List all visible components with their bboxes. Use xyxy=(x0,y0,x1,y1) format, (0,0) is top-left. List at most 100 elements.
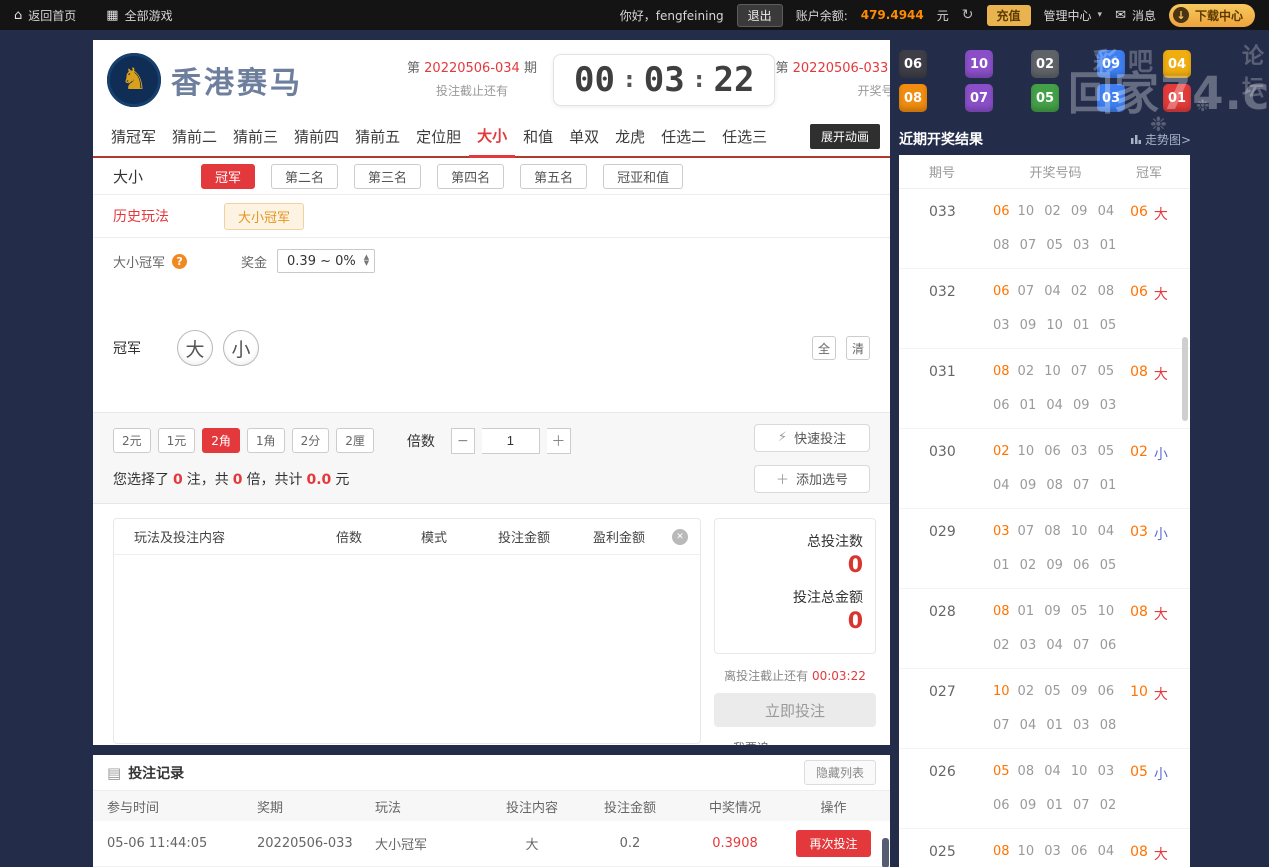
result-first-number: 02 xyxy=(993,444,1010,459)
nav-tab[interactable]: 龙虎 xyxy=(607,117,653,156)
result-numbers-line2: 03 09 10 01 05 xyxy=(993,318,1117,333)
record-row: 05-06 11:44:05 20220506-033 大小冠军 大 0.2 0… xyxy=(93,821,890,867)
result-period: 031 xyxy=(929,364,956,380)
position-button[interactable]: 冠亚和值 xyxy=(603,163,684,189)
prize-row: 大小冠军 ? 奖金 0.39 ~ 0% ▲ ▼ xyxy=(93,238,890,284)
nav-tab[interactable]: 猜前四 xyxy=(286,117,347,156)
select-all-button[interactable]: 全 xyxy=(812,336,836,360)
help-icon[interactable]: ? xyxy=(172,253,188,269)
option-big-button[interactable]: 大 xyxy=(177,330,213,366)
denomination-button[interactable]: 1角 xyxy=(246,428,285,453)
result-numbers-line2: 06 01 04 09 03 xyxy=(993,398,1117,413)
draw-ball: 05 xyxy=(1031,84,1059,112)
nav-tab[interactable]: 和值 xyxy=(515,117,561,156)
all-games-link[interactable]: ▦ 全部游戏 xyxy=(106,7,172,24)
draw-numbers-label: 开奖号码 xyxy=(857,83,890,98)
latest-draw-balls: 06 10 02 09 04 08 07 05 03 01 xyxy=(899,50,1191,118)
greeting-text: 你好，fengfeining xyxy=(619,8,724,23)
horse-emblem-icon: ♞ xyxy=(120,62,148,97)
records-column-header: 操作 xyxy=(820,800,847,816)
draw-ball: 04 xyxy=(1163,50,1191,78)
draw-ball: 09 xyxy=(1097,50,1125,78)
play-type-tag[interactable]: 大小冠军 xyxy=(224,202,305,230)
bet-slip-header: 玩法及投注内容 倍数 模式 投注金额 盈利金额 ✕ xyxy=(114,519,700,555)
recent-results-panel: 期号 开奖号码 冠军 033 06 10 02 09 04 08 07 05 0… xyxy=(899,155,1190,867)
total-amount-value: 0 xyxy=(847,609,863,634)
bet-option-zone: 冠军 大 小 全 清 xyxy=(93,284,890,412)
plus-icon: ＋ xyxy=(775,473,789,488)
nav-tab[interactable]: 猜前三 xyxy=(225,117,286,156)
nav-tab[interactable]: 任选二 xyxy=(653,117,714,156)
total-bets-label: 总投注数 xyxy=(807,534,863,550)
records-column-header: 中奖情况 xyxy=(708,800,761,816)
recent-results-title: 近期开奖结果 xyxy=(899,132,983,148)
clear-button[interactable]: 清 xyxy=(846,336,870,360)
period-prefix: 第 xyxy=(407,61,421,77)
denomination-button[interactable]: 2角 xyxy=(202,428,240,453)
trend-chart-link[interactable]: 走势图> xyxy=(1130,131,1191,148)
champion-size: 大 xyxy=(1153,847,1168,863)
position-button[interactable]: 第五名 xyxy=(520,163,588,189)
denomination-button[interactable]: 2厘 xyxy=(336,428,374,453)
nav-tab[interactable]: 猜前五 xyxy=(347,117,408,156)
expand-animation-button[interactable]: 展开动画 xyxy=(809,124,880,149)
download-center-button[interactable]: ↓ 下载中心 xyxy=(1168,3,1255,27)
total-bets-value: 0 xyxy=(847,553,863,578)
option-small-button[interactable]: 小 xyxy=(223,330,259,366)
multiplier-label: 倍数 xyxy=(406,433,435,450)
home-link[interactable]: ⌂ 返回首页 xyxy=(14,7,76,24)
bet-now-button[interactable]: 立即投注 xyxy=(714,693,876,727)
nav-tab[interactable]: 猜前二 xyxy=(164,117,225,156)
messages-link[interactable]: ✉ 消息 xyxy=(1115,7,1156,24)
quick-bet-label: 快速投注 xyxy=(794,432,847,447)
draw-ball: 01 xyxy=(1163,84,1191,112)
multiplier-input[interactable] xyxy=(481,427,540,454)
position-button[interactable]: 冠军 xyxy=(201,163,256,189)
add-selection-button[interactable]: ＋ 添加选号 xyxy=(754,464,870,493)
result-period: 025 xyxy=(929,844,956,860)
position-button[interactable]: 第四名 xyxy=(437,163,505,189)
denomination-button[interactable]: 2分 xyxy=(291,428,330,453)
history-play-link[interactable]: 历史玩法 xyxy=(113,206,169,226)
close-icon[interactable]: ✕ xyxy=(672,528,688,545)
records-scrollbar[interactable] xyxy=(882,838,889,867)
recharge-button[interactable]: 充值 xyxy=(986,4,1031,26)
bonus-label: 奖金 xyxy=(241,255,268,271)
results-column-header: 冠军 xyxy=(1135,166,1162,181)
multiplier-minus-button[interactable]: − xyxy=(450,427,475,454)
multiplier-plus-button[interactable]: ＋ xyxy=(546,427,571,454)
nav-tab[interactable]: 单双 xyxy=(561,117,607,156)
nav-tab[interactable]: 猜冠军 xyxy=(103,117,164,156)
hide-list-button[interactable]: 隐藏列表 xyxy=(803,760,876,785)
admin-center-menu[interactable]: 管理中心 ▾ xyxy=(1044,7,1103,24)
list-icon: ▤ xyxy=(107,763,122,782)
quick-bet-button[interactable]: ⚡ 快速投注 xyxy=(754,423,870,452)
lottery-header: ♞ 香港赛马 第 20220506-034 期 投注截止还有 00 : 03 :… xyxy=(93,40,890,120)
draw-ball: 08 xyxy=(899,84,927,112)
position-button[interactable]: 第二名 xyxy=(271,163,339,189)
result-row: 027 10 02 05 09 06 07 04 01 03 08 10 大 xyxy=(899,669,1190,749)
result-first-number: 06 xyxy=(993,284,1010,299)
result-numbers: 08 04 10 03 xyxy=(1017,764,1115,779)
result-first-number: 08 xyxy=(993,604,1010,619)
results-scrollbar[interactable] xyxy=(1182,337,1188,421)
records-column-header: 投注内容 xyxy=(505,800,558,816)
download-center-label: 下载中心 xyxy=(1194,8,1243,23)
nav-tab[interactable]: 大小 xyxy=(469,116,516,158)
refresh-balance-icon[interactable]: ↻ xyxy=(962,7,974,23)
watermark-ornament: ❉ xyxy=(1196,96,1210,115)
result-period: 027 xyxy=(929,684,956,700)
bet-toolbar: 2元 1元 2角 1角 2分 2厘 倍数 − ＋ xyxy=(93,412,890,504)
nav-tab[interactable]: 任选三 xyxy=(714,117,775,156)
denomination-button[interactable]: 1元 xyxy=(157,428,196,453)
prize-play-name: 大小冠军 xyxy=(113,255,166,271)
nav-tab[interactable]: 定位胆 xyxy=(408,117,469,156)
rebet-button[interactable]: 再次投注 xyxy=(796,830,871,857)
denomination-button[interactable]: 2元 xyxy=(113,428,151,453)
position-button[interactable]: 第三名 xyxy=(354,163,422,189)
draw-ball: 10 xyxy=(965,50,993,78)
logout-button[interactable]: 退出 xyxy=(736,3,783,27)
bonus-select[interactable]: 0.39 ~ 0% ▲ ▼ xyxy=(277,249,376,273)
champion-number: 08 xyxy=(1130,604,1148,620)
home-label: 返回首页 xyxy=(28,8,77,23)
